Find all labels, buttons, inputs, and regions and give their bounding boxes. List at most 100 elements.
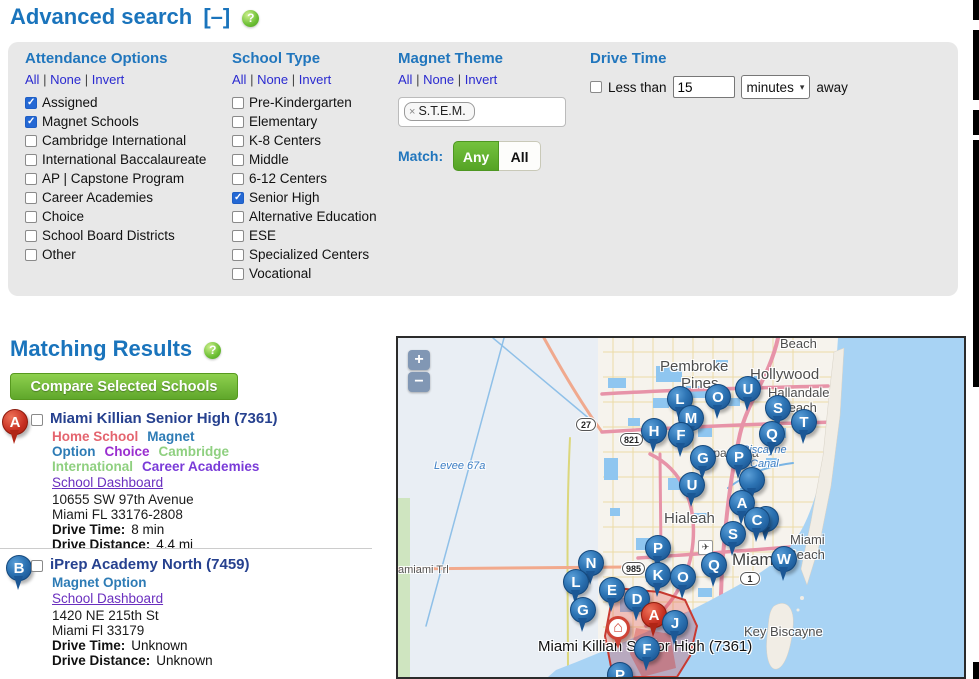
filter-link-all[interactable]: All: [232, 72, 246, 87]
result-marker-a[interactable]: A: [2, 409, 28, 435]
school-map-marker-j[interactable]: J: [662, 610, 688, 636]
checkbox-option[interactable]: Cambridge International: [25, 131, 206, 150]
school-map-marker-q[interactable]: Q: [701, 552, 727, 578]
filter-link-none[interactable]: None: [257, 72, 288, 87]
school-dashboard-link[interactable]: School Dashboard: [52, 591, 163, 606]
checkbox-option[interactable]: Assigned: [25, 93, 206, 112]
checkbox-option[interactable]: ESE: [232, 226, 377, 245]
road-shield: 985: [622, 562, 645, 575]
checkbox[interactable]: [25, 211, 37, 223]
checkbox-option[interactable]: Magnet Schools: [25, 112, 206, 131]
map-place-label: Hollywood: [750, 366, 819, 383]
help-icon[interactable]: ?: [242, 10, 259, 27]
result-marker-b[interactable]: B: [6, 555, 32, 581]
school-map-marker-f[interactable]: F: [668, 422, 694, 448]
checkbox[interactable]: [232, 173, 244, 185]
remove-tag-icon[interactable]: ×: [409, 106, 415, 118]
checkbox[interactable]: [232, 230, 244, 242]
checkbox[interactable]: [232, 97, 244, 109]
checkbox-option[interactable]: K-8 Centers: [232, 131, 377, 150]
checkbox-option[interactable]: Senior High: [232, 188, 377, 207]
checkbox-option[interactable]: Vocational: [232, 264, 377, 283]
school-name-link[interactable]: Miami Killian Senior High (7361): [50, 406, 376, 427]
checkbox-option[interactable]: Choice: [25, 207, 206, 226]
zoom-out-button[interactable]: −: [408, 372, 430, 392]
select-school-checkbox[interactable]: [31, 414, 43, 426]
checkbox[interactable]: [232, 154, 244, 166]
checkbox-option[interactable]: 6-12 Centers: [232, 169, 377, 188]
select-school-checkbox[interactable]: [31, 560, 43, 572]
checkbox-option[interactable]: School Board Districts: [25, 226, 206, 245]
checkbox[interactable]: [232, 249, 244, 261]
checkbox-label: K-8 Centers: [249, 133, 321, 148]
school-map-marker-s[interactable]: S: [765, 395, 791, 421]
school-map-marker-o[interactable]: O: [705, 384, 731, 410]
checkbox[interactable]: [25, 230, 37, 242]
checkbox-option[interactable]: Pre-Kindergarten: [232, 93, 377, 112]
drive-time-checkbox[interactable]: [590, 81, 602, 93]
school-map-marker-g[interactable]: G: [570, 597, 596, 623]
school-map-marker-u[interactable]: U: [735, 376, 761, 402]
filter-link-invert[interactable]: Invert: [92, 72, 125, 87]
collapse-control[interactable]: [–]: [203, 4, 230, 29]
checkbox[interactable]: [25, 135, 37, 147]
school-map-marker-c[interactable]: C: [744, 507, 770, 533]
compare-selected-schools-button[interactable]: Compare Selected Schools: [10, 373, 238, 400]
school-map-marker-l[interactable]: L: [563, 569, 589, 595]
filter-link-invert[interactable]: Invert: [299, 72, 332, 87]
checkbox-option[interactable]: Elementary: [232, 112, 377, 131]
match-all-button[interactable]: All: [499, 141, 541, 171]
checkbox-option[interactable]: Career Academies: [25, 188, 206, 207]
checkbox[interactable]: [25, 116, 37, 128]
school-map-marker-p[interactable]: P: [645, 535, 671, 561]
checkbox[interactable]: [25, 97, 37, 109]
checkbox-option[interactable]: International Baccalaureate: [25, 150, 206, 169]
checkbox[interactable]: [25, 173, 37, 185]
school-map-marker-t[interactable]: T: [791, 409, 817, 435]
checkbox[interactable]: [232, 211, 244, 223]
checkbox[interactable]: [232, 135, 244, 147]
checkbox-option[interactable]: Other: [25, 245, 206, 264]
filter-link-invert[interactable]: Invert: [465, 72, 498, 87]
checkbox[interactable]: [25, 249, 37, 261]
school-map-marker-s[interactable]: S: [720, 521, 746, 547]
checkbox-option[interactable]: Middle: [232, 150, 377, 169]
match-any-button[interactable]: Any: [453, 141, 499, 171]
school-dashboard-link[interactable]: School Dashboard: [52, 475, 163, 490]
checkbox-option[interactable]: Specialized Centers: [232, 245, 377, 264]
zoom-in-button[interactable]: +: [408, 350, 430, 370]
selected-theme-chip[interactable]: ×S.T.E.M.: [404, 102, 475, 121]
home-location-marker[interactable]: ⌂: [606, 616, 630, 640]
filter-link-none[interactable]: None: [50, 72, 81, 87]
help-icon[interactable]: ?: [204, 342, 221, 359]
school-map-marker-u[interactable]: U: [679, 472, 705, 498]
school-map-marker-g[interactable]: G: [690, 445, 716, 471]
checkbox[interactable]: [232, 116, 244, 128]
checkbox[interactable]: [232, 192, 244, 204]
school-map-marker-p[interactable]: P: [726, 444, 752, 470]
checkbox-label: Magnet Schools: [42, 114, 139, 129]
checkbox[interactable]: [25, 154, 37, 166]
magnet-theme-input[interactable]: ×S.T.E.M.: [398, 97, 566, 127]
filter-link-none[interactable]: None: [423, 72, 454, 87]
drive-time-unit-select[interactable]: minutes▾: [741, 75, 811, 99]
school-map-marker-k[interactable]: K: [645, 562, 671, 588]
school-name-link[interactable]: iPrep Academy North (7459): [50, 552, 376, 573]
filter-link-all[interactable]: All: [398, 72, 412, 87]
drive-time-value-input[interactable]: [673, 76, 735, 98]
checkbox[interactable]: [25, 192, 37, 204]
school-map-marker-q[interactable]: Q: [759, 421, 785, 447]
school-map-marker-h[interactable]: H: [641, 418, 667, 444]
school-map-marker-w[interactable]: W: [771, 546, 797, 572]
checkbox-option[interactable]: AP | Capstone Program: [25, 169, 206, 188]
drive-time-value: Unknown: [131, 638, 187, 653]
school-map-marker-e[interactable]: E: [599, 577, 625, 603]
school-map-marker-f[interactable]: F: [634, 636, 660, 662]
checkbox-option[interactable]: Alternative Education: [232, 207, 377, 226]
map[interactable]: BeachPembrokePinesHollywoodHallandaleBea…: [396, 336, 966, 679]
school-map-marker-o[interactable]: O: [670, 564, 696, 590]
filter-links: All | None | Invert: [25, 72, 206, 93]
filter-link-all[interactable]: All: [25, 72, 39, 87]
checkbox[interactable]: [232, 268, 244, 280]
link-separator: |: [454, 72, 465, 87]
